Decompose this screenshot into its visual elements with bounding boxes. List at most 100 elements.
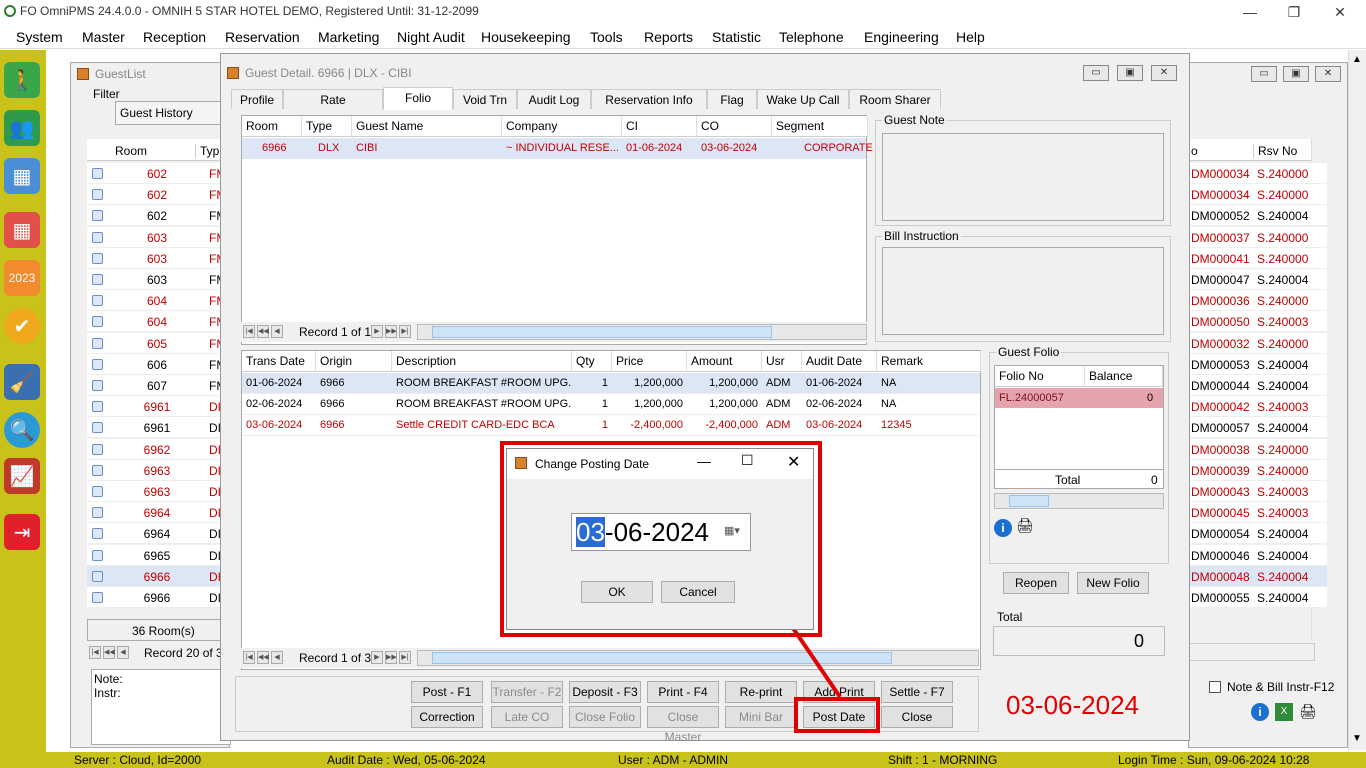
room-grid-row[interactable]: 6966 DLX CIBI ~ INDIVIDUAL RESE... 01-06… xyxy=(242,138,873,159)
col-balance[interactable]: Balance xyxy=(1085,366,1163,387)
table-row[interactable]: 606 FM xyxy=(87,353,227,375)
table-row[interactable]: DM000036 S.240000 xyxy=(1189,290,1327,312)
folio-hscroll[interactable] xyxy=(994,493,1164,509)
rsv-minimize-button[interactable]: ▭ xyxy=(1251,66,1277,82)
note-bill-checkbox[interactable] xyxy=(1209,681,1221,693)
table-row[interactable]: 02-06-2024 6966 ROOM BREAKFAST #ROOM UPG..… xyxy=(242,394,980,415)
guests-icon[interactable]: 👥 xyxy=(4,110,40,146)
row-selector-icon[interactable] xyxy=(92,295,103,307)
table-row[interactable]: 607 FM xyxy=(87,375,227,396)
row-selector-icon[interactable] xyxy=(92,274,103,285)
row-selector-icon[interactable] xyxy=(92,507,103,519)
nav-prev-page-icon[interactable]: ◀◀ xyxy=(257,325,269,338)
col-origin[interactable]: Origin xyxy=(316,351,392,372)
room-map-icon[interactable]: ▦ xyxy=(4,158,40,194)
row-selector-icon[interactable] xyxy=(92,528,103,540)
bill-instruction-textarea[interactable] xyxy=(882,247,1164,335)
menu-housekeeping[interactable]: Housekeeping xyxy=(481,29,571,45)
rsv-close-button[interactable]: ✕ xyxy=(1315,66,1341,82)
table-row[interactable]: DM000043 S.240003 xyxy=(1189,481,1327,502)
table-row[interactable]: 01-06-2024 6966 ROOM BREAKFAST #ROOM UPG..… xyxy=(242,373,980,394)
new-folio-button[interactable]: New Folio xyxy=(1077,572,1149,594)
scroll-thumb[interactable] xyxy=(1009,495,1049,507)
availability-icon[interactable]: ✔ xyxy=(4,308,40,344)
walk-in-icon[interactable]: 🚶 xyxy=(4,62,40,98)
menu-marketing[interactable]: Marketing xyxy=(318,29,379,45)
rsv-restore-button[interactable]: ▣ xyxy=(1283,66,1309,82)
dialog-maximize-button[interactable]: ☐ xyxy=(741,452,754,469)
table-row[interactable]: DM000044 S.240004 xyxy=(1189,375,1327,396)
table-row[interactable]: 602 FM xyxy=(87,205,227,227)
tab-void-trn[interactable]: Void Trn xyxy=(453,89,517,109)
close-folio-button[interactable]: Close Folio xyxy=(569,706,641,728)
ok-button[interactable]: OK xyxy=(581,581,653,603)
table-row[interactable]: 6964 DI xyxy=(87,502,227,524)
col-price[interactable]: Price xyxy=(612,351,687,372)
row-selector-icon[interactable] xyxy=(92,358,103,370)
table-row[interactable]: 6965 DI xyxy=(87,544,227,566)
col-room[interactable]: Room xyxy=(242,116,302,137)
table-row[interactable]: DM000048 S.240004 xyxy=(1189,565,1327,587)
tab-flag[interactable]: Flag xyxy=(707,89,757,109)
menu-engineering[interactable]: Engineering xyxy=(864,29,939,45)
col-qty[interactable]: Qty xyxy=(572,351,612,372)
table-row[interactable]: 602 FM xyxy=(87,163,227,184)
dialog-minimize-button[interactable]: — xyxy=(697,453,711,469)
row-selector-icon[interactable] xyxy=(92,337,103,349)
col-remark[interactable]: Remark xyxy=(877,351,981,372)
table-row[interactable]: 602 FM xyxy=(87,184,227,206)
col-guest-name[interactable]: Guest Name xyxy=(352,116,502,137)
trans-grid-hscroll[interactable] xyxy=(417,650,979,666)
col-segment[interactable]: Segment xyxy=(772,116,868,137)
nav-prev-page-icon[interactable]: ◀◀ xyxy=(103,646,115,659)
col-trans-date[interactable]: Trans Date xyxy=(242,351,316,372)
nav-first-icon[interactable]: |◀ xyxy=(243,651,255,664)
col-type[interactable]: Type xyxy=(302,116,352,137)
table-row[interactable]: DM000052 S.240004 xyxy=(1189,205,1327,227)
table-row[interactable]: 03-06-2024 6966 Settle CREDIT CARD-EDC BCA… xyxy=(242,415,980,436)
nav-last-icon[interactable]: ▶| xyxy=(399,325,411,338)
table-row[interactable]: DM000034 S.240000 xyxy=(1189,184,1327,206)
dialog-close-button[interactable]: ✕ xyxy=(787,452,800,472)
menu-night-audit[interactable]: Night Audit xyxy=(397,29,465,45)
table-row[interactable]: DM000047 S.240004 xyxy=(1189,269,1327,290)
scroll-thumb[interactable] xyxy=(432,326,772,338)
menu-help[interactable]: Help xyxy=(956,29,985,45)
year-calendar-icon[interactable]: 2023 xyxy=(4,260,40,296)
info-icon[interactable]: i xyxy=(994,519,1012,537)
col-room-header[interactable]: Room xyxy=(115,144,147,158)
table-row[interactable]: DM000053 S.240004 xyxy=(1189,353,1327,375)
col-ci[interactable]: CI xyxy=(622,116,697,137)
nav-next-page-icon[interactable]: ▶▶ xyxy=(385,325,397,338)
detail-minimize-button[interactable]: ▭ xyxy=(1083,65,1109,81)
table-row[interactable]: 6966 DI xyxy=(87,587,227,608)
detail-close-button[interactable]: ✕ xyxy=(1151,65,1177,81)
correction-button[interactable]: Correction xyxy=(411,706,483,728)
menu-reports[interactable]: Reports xyxy=(644,29,693,45)
row-selector-icon[interactable] xyxy=(92,486,103,497)
row-selector-icon[interactable] xyxy=(92,210,103,222)
nav-next-icon[interactable]: ▶ xyxy=(371,651,383,664)
row-selector-icon[interactable] xyxy=(92,380,103,391)
tab-room-sharer[interactable]: Room Sharer xyxy=(849,89,941,109)
col-a-header[interactable]: o xyxy=(1191,144,1198,158)
guest-note-textarea[interactable] xyxy=(882,133,1164,221)
table-row[interactable]: DM000057 S.240004 xyxy=(1189,417,1327,439)
table-row[interactable]: 603 FM xyxy=(87,247,227,269)
menu-system[interactable]: System xyxy=(16,29,63,45)
folio-row[interactable]: FL.24000057 0 xyxy=(995,388,1163,408)
table-row[interactable]: 6963 DI xyxy=(87,481,227,502)
nav-prev-page-icon[interactable]: ◀◀ xyxy=(257,651,269,664)
posting-date-picker[interactable]: 03-06-2024 ▦▾ xyxy=(571,513,751,551)
tab-audit-log[interactable]: Audit Log xyxy=(517,89,591,109)
menu-reservation[interactable]: Reservation xyxy=(225,29,300,45)
nav-first-icon[interactable]: |◀ xyxy=(89,646,101,659)
table-row[interactable]: DM000032 S.240000 xyxy=(1189,332,1327,354)
table-row[interactable]: DM000050 S.240003 xyxy=(1189,311,1327,333)
table-row[interactable]: 6961 DI xyxy=(87,417,227,439)
tab-reservation-info[interactable]: Reservation Info xyxy=(591,89,707,109)
row-selector-icon[interactable] xyxy=(92,189,103,201)
row-selector-icon[interactable] xyxy=(92,168,103,179)
col-amount[interactable]: Amount xyxy=(687,351,762,372)
menu-master[interactable]: Master xyxy=(82,29,125,45)
